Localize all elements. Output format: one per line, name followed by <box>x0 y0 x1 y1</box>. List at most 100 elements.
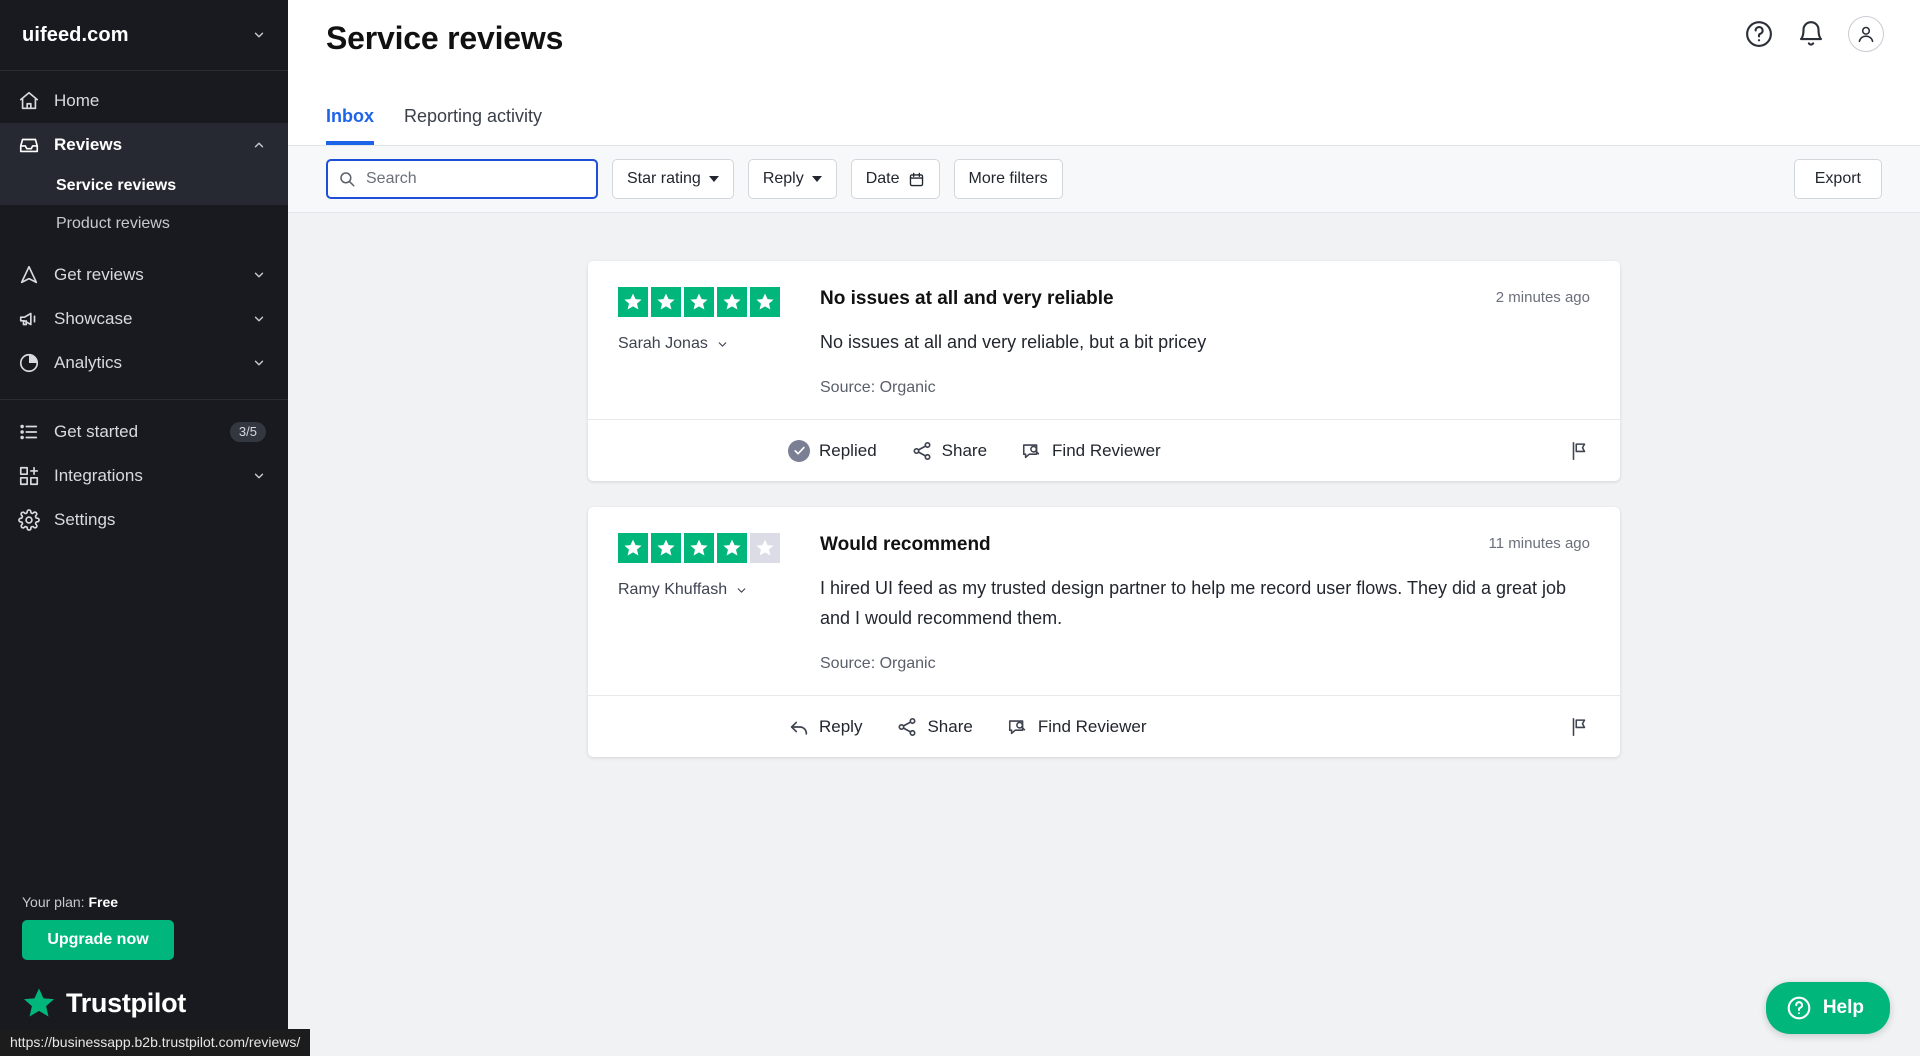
help-label: Help <box>1822 997 1864 1018</box>
star-rating <box>618 287 810 317</box>
reviewer-name-dropdown[interactable]: Sarah Jonas <box>618 335 810 353</box>
brand-name: uifeed.com <box>22 23 129 46</box>
filter-label: Date <box>865 170 900 187</box>
share-icon <box>911 440 933 462</box>
review-text: No issues at all and very reliable, but … <box>820 332 1207 352</box>
bell-icon[interactable] <box>1796 19 1826 49</box>
sidebar: uifeed.com Home Reviews Service reviews … <box>0 0 311 1056</box>
sidebar-item-home[interactable]: Home <box>0 79 288 123</box>
reply-filter-button[interactable]: Reply <box>747 159 837 199</box>
review-text: I hired UI feed as my trusted design par… <box>820 578 1567 628</box>
star-icon <box>618 533 648 563</box>
app-root: uifeed.com Home Reviews Service reviews … <box>0 0 1920 1056</box>
home-icon <box>18 90 40 112</box>
star-icon <box>651 533 681 563</box>
review-timestamp: 2 minutes ago <box>1495 289 1590 306</box>
review-body: Sarah Jonas 2 minutes ago No issues at a… <box>588 261 1620 419</box>
question-circle-icon <box>1786 995 1812 1021</box>
date-filter-button[interactable]: Date <box>850 159 940 199</box>
find-reviewer-action[interactable]: Find Reviewer <box>1007 716 1147 738</box>
sidebar-subitem-label: Product reviews <box>56 215 170 232</box>
sidebar-item-label: Showcase <box>54 309 133 328</box>
action-label: Find Reviewer <box>1037 716 1147 736</box>
help-circle-icon[interactable] <box>1744 19 1774 49</box>
review-body: Ramy Khuffash 11 minutes ago Would recom… <box>588 507 1620 695</box>
star-icon <box>717 287 747 317</box>
replied-status[interactable]: Replied <box>788 439 877 462</box>
sidebar-item-label: Analytics <box>54 353 123 372</box>
action-label: Share <box>927 716 973 736</box>
review-timestamp: 11 minutes ago <box>1488 535 1590 552</box>
reviewer-name: Sarah Jonas <box>618 335 708 352</box>
pie-chart-icon <box>18 352 40 374</box>
sidebar-item-get-started[interactable]: Get started 3/5 <box>0 410 288 454</box>
page-header: Service reviews Inbox Reporting activity <box>288 0 1920 145</box>
plan-status: Your plan: Free <box>0 894 288 920</box>
help-floating-button[interactable]: Help <box>1765 982 1890 1034</box>
sidebar-item-label: Get started <box>54 422 139 441</box>
tab-inbox[interactable]: Inbox <box>326 105 374 145</box>
sidebar-item-analytics[interactable]: Analytics <box>0 341 288 385</box>
review-actions: Replied Share Find Reviewer <box>588 419 1620 481</box>
reviewer-name-dropdown[interactable]: Ramy Khuffash <box>618 581 810 599</box>
flag-icon[interactable] <box>1568 716 1590 738</box>
sidebar-item-label: Settings <box>54 510 116 529</box>
brand-switcher[interactable]: uifeed.com <box>0 0 288 71</box>
search-field[interactable] <box>326 159 598 199</box>
star-icon <box>684 533 714 563</box>
star-icon <box>717 533 747 563</box>
get-started-progress-badge: 3/5 <box>229 422 266 442</box>
list-icon <box>18 421 40 443</box>
reviewer-name: Ramy Khuffash <box>618 581 728 598</box>
nav-divider <box>0 399 288 400</box>
sidebar-item-integrations[interactable]: Integrations <box>0 454 288 498</box>
filter-label: More filters <box>968 170 1048 187</box>
sidebar-item-get-reviews[interactable]: Get reviews <box>0 253 288 297</box>
chevron-down-icon <box>811 176 822 182</box>
chevron-down-icon <box>716 338 729 351</box>
chevron-down-icon <box>252 469 266 483</box>
header-actions <box>1744 16 1884 52</box>
sidebar-item-settings[interactable]: Settings <box>0 498 288 542</box>
more-filters-button[interactable]: More filters <box>953 159 1063 199</box>
review-content: 11 minutes ago Would recommend I hired U… <box>810 533 1590 673</box>
star-rating <box>618 533 810 563</box>
star-rating-filter-button[interactable]: Star rating <box>612 159 734 199</box>
trustpilot-star-icon <box>22 986 56 1020</box>
review-source: Source: Organic <box>820 655 936 672</box>
share-action[interactable]: Share <box>896 716 973 738</box>
share-action[interactable]: Share <box>911 440 987 462</box>
chevron-down-icon <box>252 312 266 326</box>
review-content: 2 minutes ago No issues at all and very … <box>810 287 1590 397</box>
chevron-up-icon <box>252 138 266 152</box>
review-meta: Sarah Jonas <box>610 287 810 397</box>
reviews-list: Sarah Jonas 2 minutes ago No issues at a… <box>288 213 1920 1056</box>
review-meta: Ramy Khuffash <box>610 533 810 673</box>
find-reviewer-icon <box>1021 440 1043 462</box>
megaphone-icon <box>18 308 40 330</box>
tab-reporting-activity[interactable]: Reporting activity <box>404 105 542 145</box>
flag-icon[interactable] <box>1568 440 1590 462</box>
sidebar-item-reviews[interactable]: Reviews <box>0 123 288 167</box>
review-source: Source: Organic <box>820 379 936 396</box>
sidebar-item-product-reviews[interactable]: Product reviews <box>0 205 288 243</box>
star-icon <box>651 287 681 317</box>
reply-action[interactable]: Reply <box>788 716 862 738</box>
chevron-down-icon <box>252 28 266 42</box>
calendar-icon <box>908 171 925 188</box>
search-input[interactable] <box>366 170 586 188</box>
sidebar-subitem-label: Service reviews <box>56 177 177 194</box>
tab-bar: Inbox Reporting activity <box>326 105 542 145</box>
page-title: Service reviews <box>326 20 564 56</box>
user-avatar-icon[interactable] <box>1848 16 1884 52</box>
filter-label: Star rating <box>627 170 701 187</box>
review-title: No issues at all and very reliable <box>820 288 1114 309</box>
upgrade-now-button[interactable]: Upgrade now <box>22 920 174 960</box>
sidebar-item-service-reviews[interactable]: Service reviews <box>0 167 288 205</box>
star-icon <box>618 287 648 317</box>
find-reviewer-action[interactable]: Find Reviewer <box>1021 440 1161 462</box>
export-button[interactable]: Export <box>1793 159 1882 199</box>
sidebar-item-showcase[interactable]: Showcase <box>0 297 288 341</box>
sidebar-item-label: Reviews <box>54 135 123 154</box>
